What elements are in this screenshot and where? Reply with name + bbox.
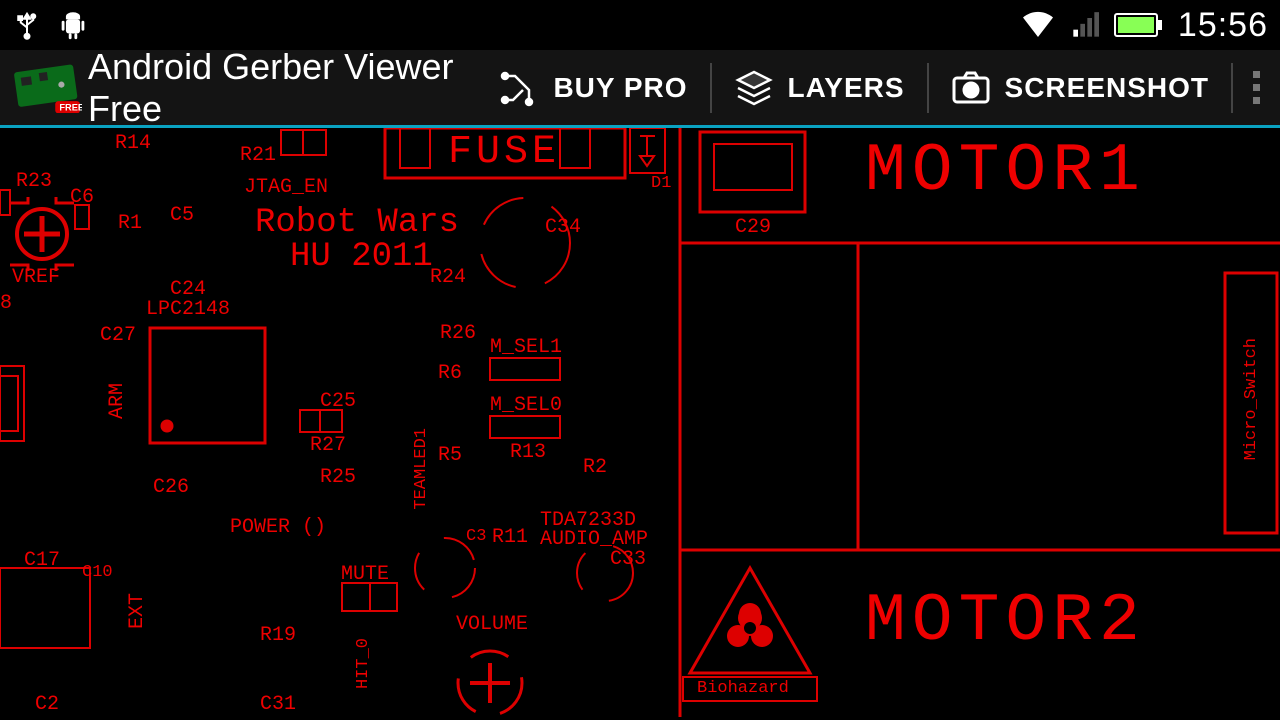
ref-r5: R5 <box>438 446 462 466</box>
ref-hit0: HIT_0 <box>355 638 372 689</box>
ref-c5: C5 <box>170 206 194 226</box>
ref-r25: R25 <box>320 468 356 488</box>
ref-r1: R1 <box>118 214 142 234</box>
ref-r13: R13 <box>510 443 546 463</box>
gerber-canvas[interactable]: MOTOR1 MOTOR2 FUSE Robot Wars HU 2011 R1… <box>0 128 1280 717</box>
ref-c25: C25 <box>320 392 356 412</box>
ref-c17: C17 <box>24 551 60 571</box>
ref-volume: VOLUME <box>456 615 528 635</box>
ref-r2: R2 <box>583 458 607 478</box>
ref-c3: C3 <box>466 528 486 545</box>
svg-text:FREE: FREE <box>59 102 82 112</box>
buy-pro-label: BUY PRO <box>553 72 687 104</box>
screenshot-label: SCREENSHOT <box>1005 72 1209 104</box>
fuse-label: FUSE <box>448 133 560 173</box>
screenshot-button[interactable]: SCREENSHOT <box>927 63 1231 113</box>
android-debug-icon <box>56 8 90 42</box>
board-title2: HU 2011 <box>290 240 433 274</box>
ref-jtag: JTAG_EN <box>244 178 328 198</box>
usb-icon <box>12 10 42 40</box>
ref-r19: R19 <box>260 626 296 646</box>
overflow-menu-button[interactable] <box>1231 63 1280 113</box>
app-title: Android Gerber Viewer Free <box>88 46 477 130</box>
ref-c24: C24 <box>170 280 206 300</box>
ref-r11: R11 <box>492 528 528 548</box>
buy-pro-button[interactable]: BUY PRO <box>477 63 709 113</box>
ref-c31: C31 <box>260 695 296 715</box>
ref-r6: R6 <box>438 364 462 384</box>
biohazard-label: Biohazard <box>697 680 789 697</box>
clock: 15:56 <box>1178 6 1268 45</box>
signal-icon <box>1070 11 1100 39</box>
ref-r26: R26 <box>440 324 476 344</box>
ref-power: POWER () <box>230 518 326 538</box>
ref-arm: ARM <box>108 383 128 419</box>
ref-r14: R14 <box>115 134 151 154</box>
ref-c26: C26 <box>153 478 189 498</box>
ref-c2: C2 <box>35 695 59 715</box>
layers-button[interactable]: LAYERS <box>710 63 927 113</box>
ref-r23: R23 <box>16 172 52 192</box>
ref-r21: R21 <box>240 146 276 166</box>
ref-c33: C33 <box>610 550 646 570</box>
ref-d1: D1 <box>651 175 671 192</box>
ref-c8: 8 <box>0 294 12 314</box>
app-bar: FREE Android Gerber Viewer Free BUY PRO <box>0 50 1280 128</box>
ref-c6: C6 <box>70 188 94 208</box>
ref-mute: MUTE <box>341 565 389 585</box>
ref-r24: R24 <box>430 268 466 288</box>
board-title1: Robot Wars <box>255 206 459 240</box>
ref-c29: C29 <box>735 218 771 238</box>
ref-c34: C34 <box>545 218 581 238</box>
app-icon: FREE <box>10 60 82 116</box>
ref-c10: C10 <box>82 564 113 581</box>
battery-icon <box>1114 11 1164 39</box>
status-bar: 15:56 <box>0 0 1280 50</box>
motor1-label: MOTOR1 <box>865 138 1146 206</box>
wifi-icon <box>1020 10 1056 40</box>
layers-label: LAYERS <box>788 72 905 104</box>
ref-msel1: M_SEL1 <box>490 338 562 358</box>
ref-c27: C27 <box>100 326 136 346</box>
ref-msel0: M_SEL0 <box>490 396 562 416</box>
ref-ext: EXT <box>128 593 148 629</box>
ref-audioamp: AUDIO_AMP <box>540 530 648 550</box>
ref-teamled1: TEAMLED1 <box>413 428 430 510</box>
camera-icon <box>951 68 991 108</box>
motor2-label: MOTOR2 <box>865 588 1146 656</box>
ref-r27: R27 <box>310 436 346 456</box>
ref-vref: VREF <box>12 268 60 288</box>
traces-icon <box>499 68 539 108</box>
ref-lpc2148: LPC2148 <box>146 300 230 320</box>
layers-icon <box>734 68 774 108</box>
microswitch-label: Micro_Switch <box>1243 338 1260 460</box>
